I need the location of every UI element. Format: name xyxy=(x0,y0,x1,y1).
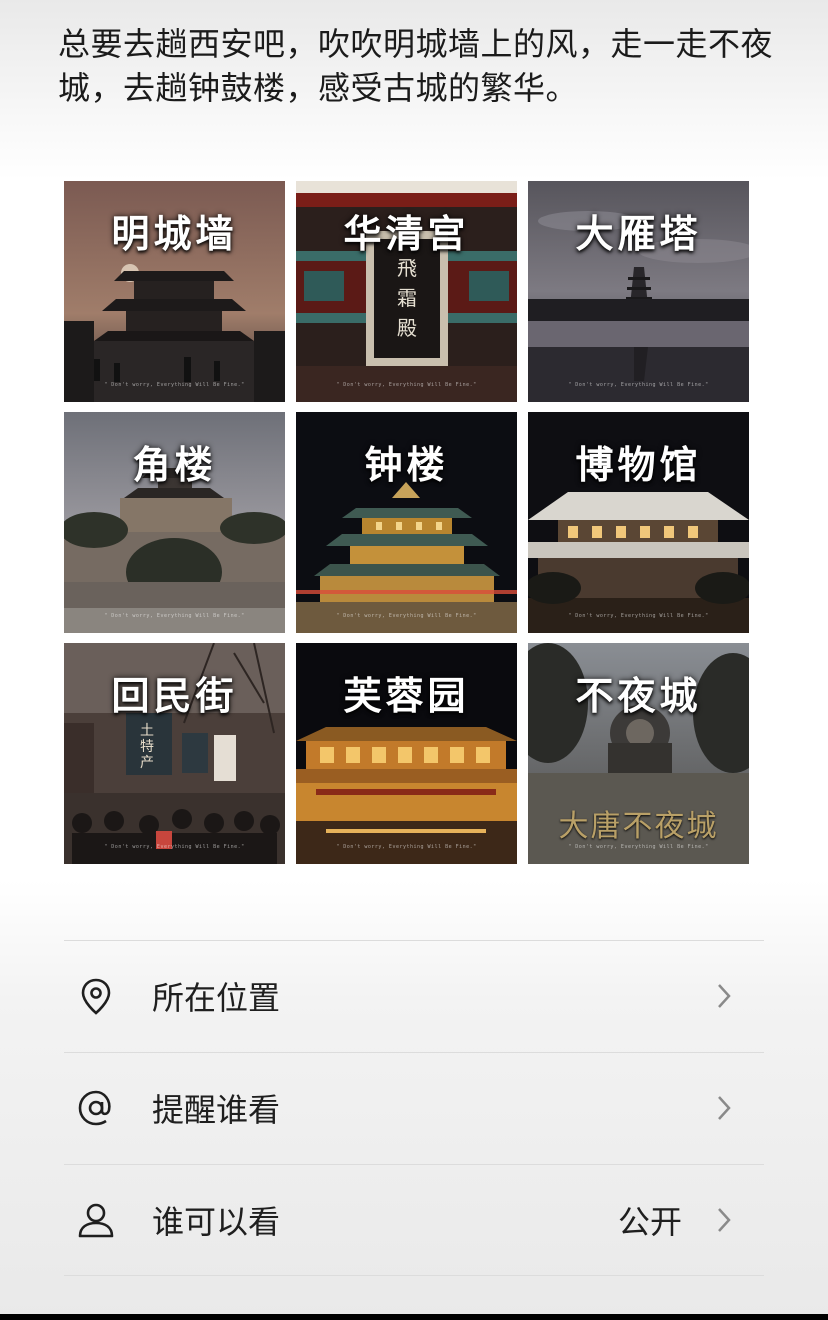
mention-row[interactable]: 提醒谁看 xyxy=(64,1052,764,1163)
stone-inscription: 大唐不夜城 xyxy=(558,809,719,844)
tile-watermark: " Don't worry, Everything Will Be Fine." xyxy=(568,382,709,388)
tile-title: 博物馆 xyxy=(575,442,702,487)
location-label: 所在位置 xyxy=(152,979,281,1017)
photo-tile-huaqing-palace[interactable]: 华清宫 飛霜殿 " Don't worry, Everything Will B… xyxy=(296,181,517,402)
chevron-right-icon xyxy=(718,984,731,1008)
tile-watermark: " Don't worry, Everything Will Be Fine." xyxy=(336,844,477,850)
photo-tile-bell-tower[interactable]: 钟楼 " Don't worry, Everything Will Be Fin… xyxy=(296,412,517,633)
tile-watermark: " Don't worry, Everything Will Be Fine." xyxy=(104,613,245,619)
photo-tile-museum[interactable]: 博物馆 " Don't worry, Everything Will Be Fi… xyxy=(528,412,749,633)
photo-grid: 明城墙 " Don't worry, Everything Will Be Fi… xyxy=(64,181,749,864)
location-pin-icon xyxy=(81,978,111,1015)
tile-title: 钟楼 xyxy=(364,442,449,487)
tile-watermark: " Don't worry, Everything Will Be Fine." xyxy=(336,382,477,388)
visibility-value: 公开 xyxy=(617,1203,682,1241)
chevron-right-icon xyxy=(718,1096,731,1120)
photo-tile-lotus-garden[interactable]: 芙蓉园 " Don't worry, Everything Will Be Fi… xyxy=(296,643,517,864)
tile-title: 回民街 xyxy=(111,673,238,718)
photo-tile-corner-tower[interactable]: 角楼 " Don't worry, Everything Will Be Fin… xyxy=(64,412,285,633)
mention-label: 提醒谁看 xyxy=(152,1091,281,1129)
photo-tile-big-wild-goose-pagoda[interactable]: 大雁塔 " Don't worry, Everything Will Be Fi… xyxy=(528,181,749,402)
visibility-row[interactable]: 谁可以看 公开 xyxy=(64,1164,764,1276)
tile-title: 不夜城 xyxy=(575,673,702,718)
tile-watermark: " Don't worry, Everything Will Be Fine." xyxy=(104,382,245,388)
tile-title: 明城墙 xyxy=(111,211,238,256)
tile-watermark: " Don't worry, Everything Will Be Fine." xyxy=(568,613,709,619)
photo-tile-muslim-street[interactable]: 回民街 土特产 " Don't worry, Everything Will B… xyxy=(64,643,285,864)
tile-watermark: " Don't worry, Everything Will Be Fine." xyxy=(336,613,477,619)
shop-sign-text: 土特产 xyxy=(140,723,154,771)
tile-title: 角楼 xyxy=(132,442,217,487)
location-row[interactable]: 所在位置 xyxy=(64,940,764,1051)
tile-title: 大雁塔 xyxy=(575,211,702,256)
tile-watermark: " Don't worry, Everything Will Be Fine." xyxy=(568,844,709,850)
tile-title: 芙蓉园 xyxy=(343,673,470,718)
bottom-edge-bar xyxy=(0,1314,828,1320)
chevron-right-icon xyxy=(718,1208,731,1232)
photo-tile-everbright-city[interactable]: 不夜城 大唐不夜城 " Don't worry, Everything Will… xyxy=(528,643,749,864)
tile-title: 华清宫 xyxy=(343,211,470,256)
at-icon xyxy=(78,1090,111,1126)
post-text[interactable]: 总要去趟西安吧，吹吹明城墙上的风，走一走不夜城，去趟钟鼓楼，感受古城的繁华。 xyxy=(58,22,778,110)
plaque-text: 飛霜殿 xyxy=(397,256,417,340)
tile-watermark: " Don't worry, Everything Will Be Fine." xyxy=(104,844,245,850)
photo-tile-city-wall[interactable]: 明城墙 " Don't worry, Everything Will Be Fi… xyxy=(64,181,285,402)
visibility-label: 谁可以看 xyxy=(152,1203,281,1241)
person-icon xyxy=(78,1203,114,1238)
